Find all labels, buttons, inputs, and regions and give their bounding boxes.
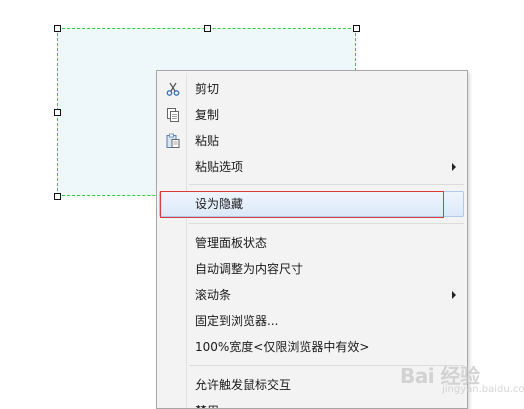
resize-handle-top-center[interactable] — [204, 25, 211, 32]
menu-item-manage-panel-states[interactable]: 管理面板状态 — [159, 230, 464, 256]
watermark-subtext: jingyan.baidu.com — [442, 384, 524, 395]
menu-item-label: 粘贴 — [195, 134, 220, 148]
resize-handle-top-right[interactable] — [353, 25, 360, 32]
paste-icon — [166, 133, 180, 148]
menu-item-label: 固定到浏览器... — [195, 314, 279, 328]
menu-item-fit-to-content[interactable]: 自动调整为内容尺寸 — [159, 256, 464, 282]
baidu-watermark: Bai 经验 jingyan.baidu.com — [398, 356, 524, 400]
menu-item-label: 100%宽度<仅限浏览器中有效> — [195, 340, 370, 354]
menu-item-label: 滚动条 — [195, 288, 232, 302]
menu-item-label: 粘贴选项 — [195, 160, 244, 174]
menu-item-cut[interactable]: 剪切 — [159, 76, 464, 102]
scissors-icon — [166, 82, 180, 96]
menu-item-label: 管理面板状态 — [195, 236, 268, 250]
menu-item-label: 禁用 — [195, 403, 219, 408]
menu-separator — [189, 184, 464, 185]
menu-item-paste[interactable]: 粘贴 — [159, 128, 464, 154]
menu-item-pin-to-browser[interactable]: 固定到浏览器... — [159, 308, 464, 334]
menu-item-paste-options[interactable]: 粘贴选项 — [159, 154, 464, 180]
menu-item-copy[interactable]: 复制 — [159, 102, 464, 128]
resize-handle-bottom-left[interactable] — [54, 193, 61, 200]
menu-item-label: 自动调整为内容尺寸 — [195, 262, 304, 276]
menu-item-label: 剪切 — [195, 82, 220, 96]
resize-handle-middle-left[interactable] — [54, 109, 61, 116]
submenu-arrow-icon — [452, 163, 456, 171]
copy-icon — [167, 108, 179, 122]
menu-item-scrollbars[interactable]: 滚动条 — [159, 282, 464, 308]
menu-separator — [189, 223, 464, 224]
submenu-arrow-icon — [452, 291, 456, 299]
menu-item-label: 复制 — [195, 108, 220, 122]
menu-item-label: 允许触发鼠标交互 — [195, 378, 292, 392]
resize-handle-top-left[interactable] — [54, 25, 61, 32]
annotation-highlight-box — [160, 191, 444, 218]
